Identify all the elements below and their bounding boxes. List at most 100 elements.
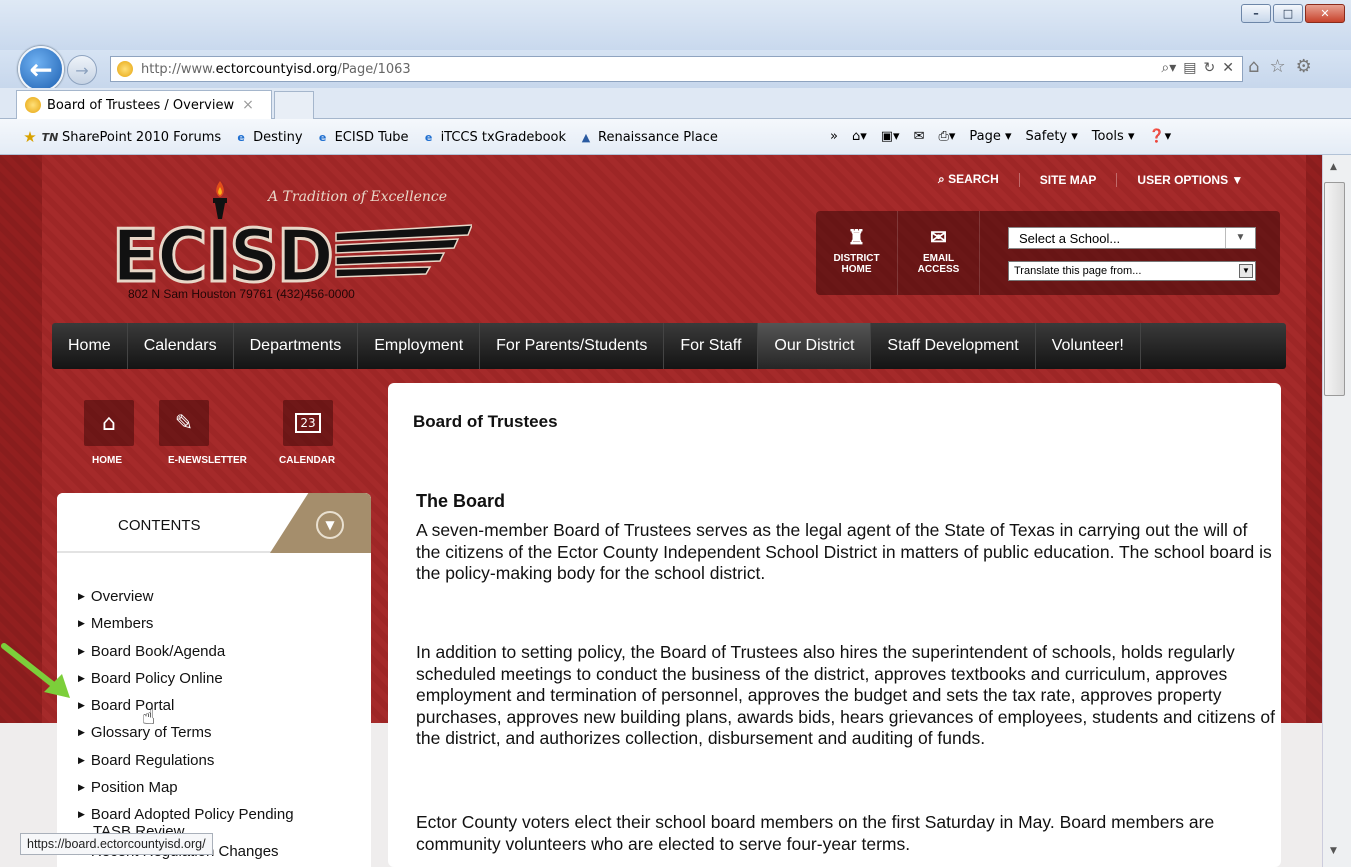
page-menu[interactable]: Page ▾: [969, 129, 1011, 144]
nav-our-district[interactable]: Our District: [758, 323, 872, 369]
contents-item-overview[interactable]: ▶ Overview: [78, 587, 294, 614]
close-window-button[interactable]: ✕: [1305, 4, 1345, 23]
refresh-icon[interactable]: ↻: [1204, 60, 1216, 76]
forward-arrow-icon: →: [75, 60, 89, 80]
favorite-label: ECISD Tube: [334, 129, 409, 145]
gear-icon[interactable]: ⚙: [1296, 56, 1312, 77]
url-path: /Page/1063: [337, 61, 411, 77]
nav-departments[interactable]: Departments: [234, 323, 359, 369]
tab-favicon-icon: [25, 97, 41, 113]
contents-list: ▶ Overview ▶ Members ▶ Board Book/Agenda ▶ B…: [78, 587, 294, 867]
favorite-label: SharePoint 2010 Forums: [62, 129, 222, 145]
favorite-item[interactable]: ▲ Renaissance Place: [578, 129, 718, 145]
favorite-item[interactable]: e ECISD Tube: [315, 129, 409, 145]
help-icon[interactable]: ❓▾: [1148, 129, 1171, 144]
tab-title: Board of Trustees / Overview: [47, 97, 235, 113]
calendar-shortcut[interactable]: 23: [283, 400, 333, 446]
command-bar: » ⌂▾ ▣▾ ✉ ⎙▾ Page ▾ Safety ▾ Tools ▾ ❓▾: [830, 129, 1185, 144]
site-favicon-icon: [117, 61, 133, 77]
triangle-bullet-icon: ▶: [78, 618, 85, 629]
contents-title: CONTENTS: [118, 517, 201, 534]
district-home-link[interactable]: ♜ DISTRICT HOME: [816, 211, 898, 295]
browser-top-icons: ⌂ ☆ ⚙: [1248, 56, 1312, 77]
tab-active[interactable]: Board of Trustees / Overview ×: [16, 90, 272, 119]
envelope-icon: ✉: [930, 227, 947, 249]
triangle-bullet-icon: ▶: [78, 782, 85, 793]
contents-toggle-button[interactable]: ▼: [316, 511, 344, 539]
tab-close-icon[interactable]: ×: [242, 97, 254, 113]
hand-cursor-icon: ☝: [142, 705, 156, 730]
ie-page-icon: e: [237, 130, 245, 144]
contents-item-glossary[interactable]: ▶ Glossary of Terms: [78, 723, 294, 750]
triangle-bullet-icon: ▶: [78, 809, 85, 820]
search-icon: ⌕: [938, 172, 949, 186]
tn-icon: TN: [41, 130, 59, 144]
feeds-icon[interactable]: ▣▾: [881, 129, 900, 144]
email-access-link[interactable]: ✉ EMAIL ACCESS: [898, 211, 980, 295]
scroll-down-icon[interactable]: ▼: [1330, 846, 1337, 856]
contents-item-position-map[interactable]: ▶ Position Map: [78, 778, 294, 805]
site-tagline: A Tradition of Excellence: [268, 189, 448, 205]
school-select[interactable]: Select a School... ▼: [1008, 227, 1256, 249]
new-tab-button[interactable]: [274, 91, 314, 119]
maximize-button[interactable]: □: [1273, 4, 1303, 23]
minimize-button[interactable]: –: [1241, 4, 1271, 23]
forward-button[interactable]: →: [67, 55, 97, 85]
chevron-down-icon: ▼: [1225, 228, 1255, 248]
nav-volunteer[interactable]: Volunteer!: [1036, 323, 1141, 369]
home-shortcut[interactable]: ⌂: [84, 400, 134, 446]
main-content-panel: [388, 383, 1281, 867]
user-options-link[interactable]: USER OPTIONS ▼: [1116, 172, 1263, 187]
home-icon[interactable]: ⌂: [1248, 56, 1259, 77]
contents-item-board-portal[interactable]: ▶ Board Portal: [78, 696, 294, 723]
nav-employment[interactable]: Employment: [358, 323, 481, 369]
ecisd-logo[interactable]: ECISD: [112, 215, 472, 289]
nav-parents-students[interactable]: For Parents/Students: [480, 323, 665, 369]
contents-item-regulations[interactable]: ▶ Board Regulations: [78, 751, 294, 778]
scroll-up-icon[interactable]: ▲: [1330, 162, 1337, 172]
chevron-down-icon: ▼: [325, 518, 335, 532]
main-nav: Home Calendars Departments Employment Fo…: [52, 323, 1286, 369]
home-dropdown-icon[interactable]: ⌂▾: [852, 129, 867, 144]
contents-item-pending[interactable]: ▶ Board Adopted Policy Pending: [78, 805, 294, 823]
favorite-label: iTCCS txGradebook: [440, 129, 567, 145]
search-icon[interactable]: ⌕▾: [1161, 60, 1176, 76]
back-button[interactable]: ←: [18, 46, 64, 92]
mail-icon[interactable]: ✉: [914, 129, 925, 144]
compatibility-view-icon[interactable]: ▤: [1183, 60, 1196, 76]
safety-menu[interactable]: Safety ▾: [1026, 129, 1078, 144]
site-map-link[interactable]: SITE MAP: [1018, 172, 1117, 187]
logo-text: ECISD: [112, 215, 332, 289]
nav-calendars[interactable]: Calendars: [128, 323, 234, 369]
triangle-bullet-icon: ▶: [78, 645, 85, 656]
tools-menu[interactable]: Tools ▾: [1092, 129, 1135, 144]
chevron-more-icon[interactable]: »: [830, 129, 838, 144]
contents-item-board-policy[interactable]: ▶ Board Policy Online: [78, 669, 294, 696]
url-domain: ectorcountyisd.org: [215, 61, 338, 77]
window-controls: – □ ✕: [1239, 4, 1345, 23]
section-heading: The Board: [416, 491, 506, 511]
translate-select[interactable]: Translate this page from... ▼: [1008, 261, 1256, 281]
favorites-star-icon[interactable]: ☆: [1269, 56, 1285, 77]
house-icon: ⌂: [102, 410, 116, 436]
nav-home[interactable]: Home: [52, 323, 128, 369]
enewsletter-shortcut[interactable]: ✎: [159, 400, 209, 446]
contents-item-board-book[interactable]: ▶ Board Book/Agenda: [78, 642, 294, 669]
newsletter-icon: ✎: [174, 410, 194, 436]
chevron-down-icon: ▼: [1239, 264, 1253, 278]
stop-icon[interactable]: ✕: [1222, 60, 1234, 76]
favorite-item[interactable]: e iTCCS txGradebook: [421, 129, 566, 145]
address-bar[interactable]: http://www. ectorcountyisd.org/Page/1063 …: [110, 56, 1243, 82]
favorite-item[interactable]: e Destiny: [233, 129, 302, 145]
favorite-item[interactable]: TN SharePoint 2010 Forums: [41, 129, 222, 145]
nav-for-staff[interactable]: For Staff: [664, 323, 759, 369]
scrollbar-thumb[interactable]: [1324, 182, 1345, 396]
add-favorites-star-icon[interactable]: ★: [22, 128, 38, 146]
paragraph-3: Ector County voters elect their school b…: [416, 812, 1215, 854]
triangle-bullet-icon: ▶: [78, 754, 85, 765]
nav-staff-development[interactable]: Staff Development: [871, 323, 1036, 369]
contents-item-members[interactable]: ▶ Members: [78, 614, 294, 641]
torch-icon: [213, 181, 227, 219]
search-link[interactable]: ⌕ SEARCH: [938, 172, 1019, 187]
print-icon[interactable]: ⎙▾: [938, 129, 955, 144]
